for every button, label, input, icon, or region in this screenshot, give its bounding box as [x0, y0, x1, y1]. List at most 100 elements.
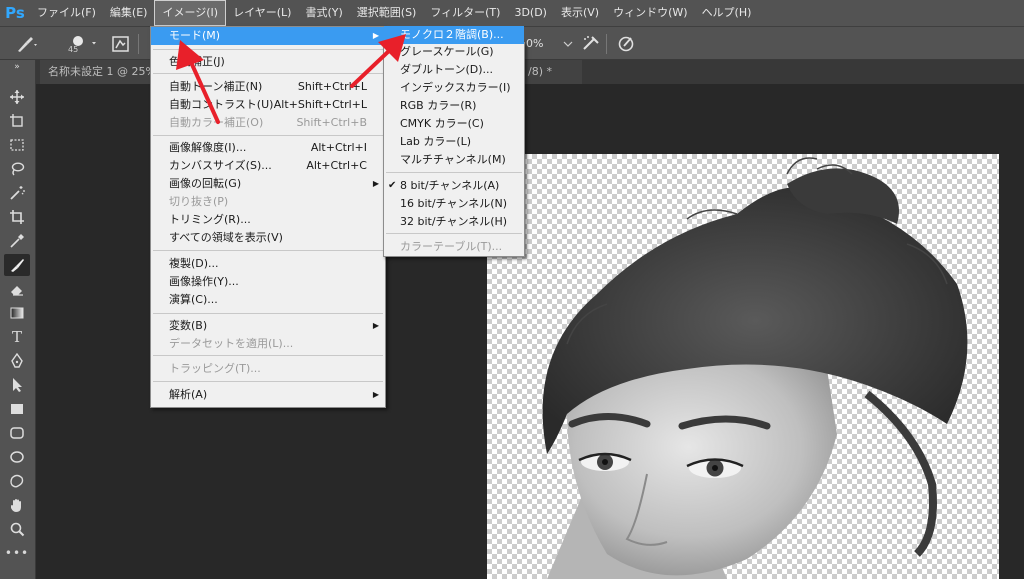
menu-item-crop-label: 切り抜き(P)	[169, 195, 229, 208]
menu-item-8bit[interactable]: ✔ 8 bit/チャンネル(A)	[384, 177, 524, 195]
menu-window[interactable]: ウィンドウ(W)	[606, 0, 694, 26]
menu-item-adjustments-label: 色調補正(J)	[169, 55, 225, 68]
menu-item-duotone[interactable]: ダブルトーン(D)...	[384, 61, 524, 79]
menu-item-auto-tone[interactable]: 自動トーン補正(N) Shift+Ctrl+L	[151, 78, 385, 96]
menu-item-analysis[interactable]: 解析(A) ▶	[151, 386, 385, 404]
menu-file[interactable]: ファイル(F)	[30, 0, 103, 26]
menu-select[interactable]: 選択範囲(S)	[350, 0, 424, 26]
hand-tool-icon[interactable]	[4, 494, 30, 516]
type-tool-icon[interactable]: T	[4, 326, 30, 348]
pressure-size-icon[interactable]	[616, 27, 638, 61]
brush-tool-icon[interactable]	[4, 254, 30, 276]
menu-item-16bit[interactable]: 16 bit/チャンネル(N)	[384, 195, 524, 213]
panel-collapse-icon[interactable]: »	[4, 62, 30, 72]
shortcut-auto-tone: Shift+Ctrl+L	[297, 80, 367, 93]
flow-percent[interactable]: 0%	[526, 37, 543, 50]
menu-item-auto-contrast[interactable]: 自動コントラスト(U) Alt+Shift+Ctrl+L	[151, 96, 385, 114]
custom-shape-tool-icon[interactable]	[4, 470, 30, 492]
menu-help[interactable]: ヘルプ(H)	[695, 0, 759, 26]
path-selection-tool-icon[interactable]	[4, 374, 30, 396]
menu-type[interactable]: 書式(Y)	[298, 0, 349, 26]
gradient-tool-icon[interactable]	[4, 302, 30, 324]
menu-item-multichannel[interactable]: マルチチャンネル(M)	[384, 151, 524, 169]
menu-separator	[153, 381, 383, 382]
eraser-tool-icon[interactable]	[4, 278, 30, 300]
menu-item-calculations[interactable]: 演算(C)...	[151, 291, 385, 309]
menu-item-calculations-label: 演算(C)...	[169, 293, 218, 306]
menu-item-trim[interactable]: トリミング(R)...	[151, 211, 385, 229]
menu-separator	[386, 233, 522, 234]
move-tool-icon[interactable]	[4, 86, 30, 108]
menu-item-cmyk-color[interactable]: CMYK カラー(C)	[384, 115, 524, 133]
menu-item-adjustments[interactable]: 色調補正(J)	[151, 53, 385, 71]
brush-preview-icon[interactable]	[62, 27, 98, 61]
menu-filter[interactable]: フィルター(T)	[423, 0, 507, 26]
menu-item-grayscale[interactable]: グレースケール(G)	[384, 43, 524, 61]
menu-item-variables[interactable]: 変数(B) ▶	[151, 317, 385, 335]
artboard-tool-icon[interactable]	[4, 110, 30, 132]
airbrush-icon[interactable]	[580, 27, 602, 61]
menu-item-color-table-label: カラーテーブル(T)...	[400, 240, 503, 253]
rounded-rectangle-tool-icon[interactable]	[4, 422, 30, 444]
menu-item-bitmap[interactable]: モノクロ２階調(B)...	[384, 26, 524, 44]
menu-item-indexed-color[interactable]: インデックスカラー(I)	[384, 79, 524, 97]
eyedropper-tool-icon[interactable]	[4, 230, 30, 252]
menu-3d[interactable]: 3D(D)	[507, 0, 554, 26]
rectangle-tool-icon[interactable]	[4, 398, 30, 420]
menu-separator	[153, 355, 383, 356]
flow-dropdown-icon[interactable]	[562, 27, 574, 61]
zoom-tool-icon[interactable]	[4, 518, 30, 540]
lasso-tool-icon[interactable]	[4, 158, 30, 180]
ellipse-tool-icon[interactable]	[4, 446, 30, 468]
brush-tool-preset-icon[interactable]	[14, 27, 40, 61]
menu-item-auto-color: 自動カラー補正(O) Shift+Ctrl+B	[151, 114, 385, 132]
menu-item-apply-image[interactable]: 画像操作(Y)...	[151, 273, 385, 291]
menu-item-grayscale-label: グレースケール(G)	[400, 45, 494, 58]
menu-item-mode[interactable]: モード(M) ▶	[151, 27, 385, 45]
image-menu-dropdown: モード(M) ▶ 色調補正(J) 自動トーン補正(N) Shift+Ctrl+L…	[150, 26, 386, 408]
more-tools-icon[interactable]: •••	[4, 542, 30, 564]
menu-item-8bit-label: 8 bit/チャンネル(A)	[400, 179, 500, 192]
menu-item-rgb-color[interactable]: RGB カラー(R)	[384, 97, 524, 115]
brush-panel-icon[interactable]	[110, 27, 132, 61]
menu-item-lab-color-label: Lab カラー(L)	[400, 135, 472, 148]
menu-item-image-size[interactable]: 画像解像度(I)... Alt+Ctrl+I	[151, 139, 385, 157]
menu-item-cmyk-color-label: CMYK カラー(C)	[400, 117, 484, 130]
menu-view[interactable]: 表示(V)	[554, 0, 606, 26]
menu-item-bitmap-label: モノクロ２階調(B)...	[400, 28, 504, 41]
image-canvas[interactable]	[487, 154, 999, 579]
menu-separator	[153, 73, 383, 74]
menu-separator	[153, 49, 383, 50]
menu-item-apply-dataset-label: データセットを適用(L)...	[169, 337, 294, 350]
tools-panel: » T •••	[0, 60, 36, 579]
menu-item-reveal-all[interactable]: すべての領域を表示(V)	[151, 229, 385, 247]
menu-layer[interactable]: レイヤー(L)	[226, 0, 298, 26]
magic-wand-tool-icon[interactable]	[4, 182, 30, 204]
submenu-arrow-icon: ▶	[372, 390, 379, 399]
menu-separator	[386, 172, 522, 173]
menu-image[interactable]: イメージ(I)	[154, 0, 227, 26]
pen-tool-icon[interactable]	[4, 350, 30, 372]
menu-edit[interactable]: 編集(E)	[103, 0, 155, 26]
mode-submenu: モノクロ２階調(B)... グレースケール(G) ダブルトーン(D)... イン…	[383, 26, 525, 257]
menu-item-lab-color[interactable]: Lab カラー(L)	[384, 133, 524, 151]
menu-item-apply-dataset: データセットを適用(L)...	[151, 335, 385, 353]
menu-item-32bit[interactable]: 32 bit/チャンネル(H)	[384, 213, 524, 231]
menu-item-auto-tone-label: 自動トーン補正(N)	[169, 80, 263, 93]
crop-tool-icon[interactable]	[4, 206, 30, 228]
brush-size-value: 45	[68, 45, 79, 54]
menu-item-image-size-label: 画像解像度(I)...	[169, 141, 247, 154]
document-tab-2[interactable]: /8) *	[520, 60, 582, 84]
menu-item-image-rotation[interactable]: 画像の回転(G) ▶	[151, 175, 385, 193]
menu-item-duotone-label: ダブルトーン(D)...	[400, 63, 493, 76]
menu-item-image-rotation-label: 画像の回転(G)	[169, 177, 242, 190]
menu-item-canvas-size[interactable]: カンバスサイズ(S)... Alt+Ctrl+C	[151, 157, 385, 175]
menu-item-analysis-label: 解析(A)	[169, 388, 208, 401]
marquee-tool-icon[interactable]	[4, 134, 30, 156]
document-tab-1[interactable]: 名称未設定 1 @ 25%	[40, 60, 152, 84]
menu-item-duplicate[interactable]: 複製(D)...	[151, 255, 385, 273]
menu-separator	[153, 313, 383, 314]
menu-item-trap-label: トラッピング(T)...	[169, 362, 261, 375]
menu-item-reveal-all-label: すべての領域を表示(V)	[169, 231, 283, 244]
menu-item-duplicate-label: 複製(D)...	[169, 257, 219, 270]
